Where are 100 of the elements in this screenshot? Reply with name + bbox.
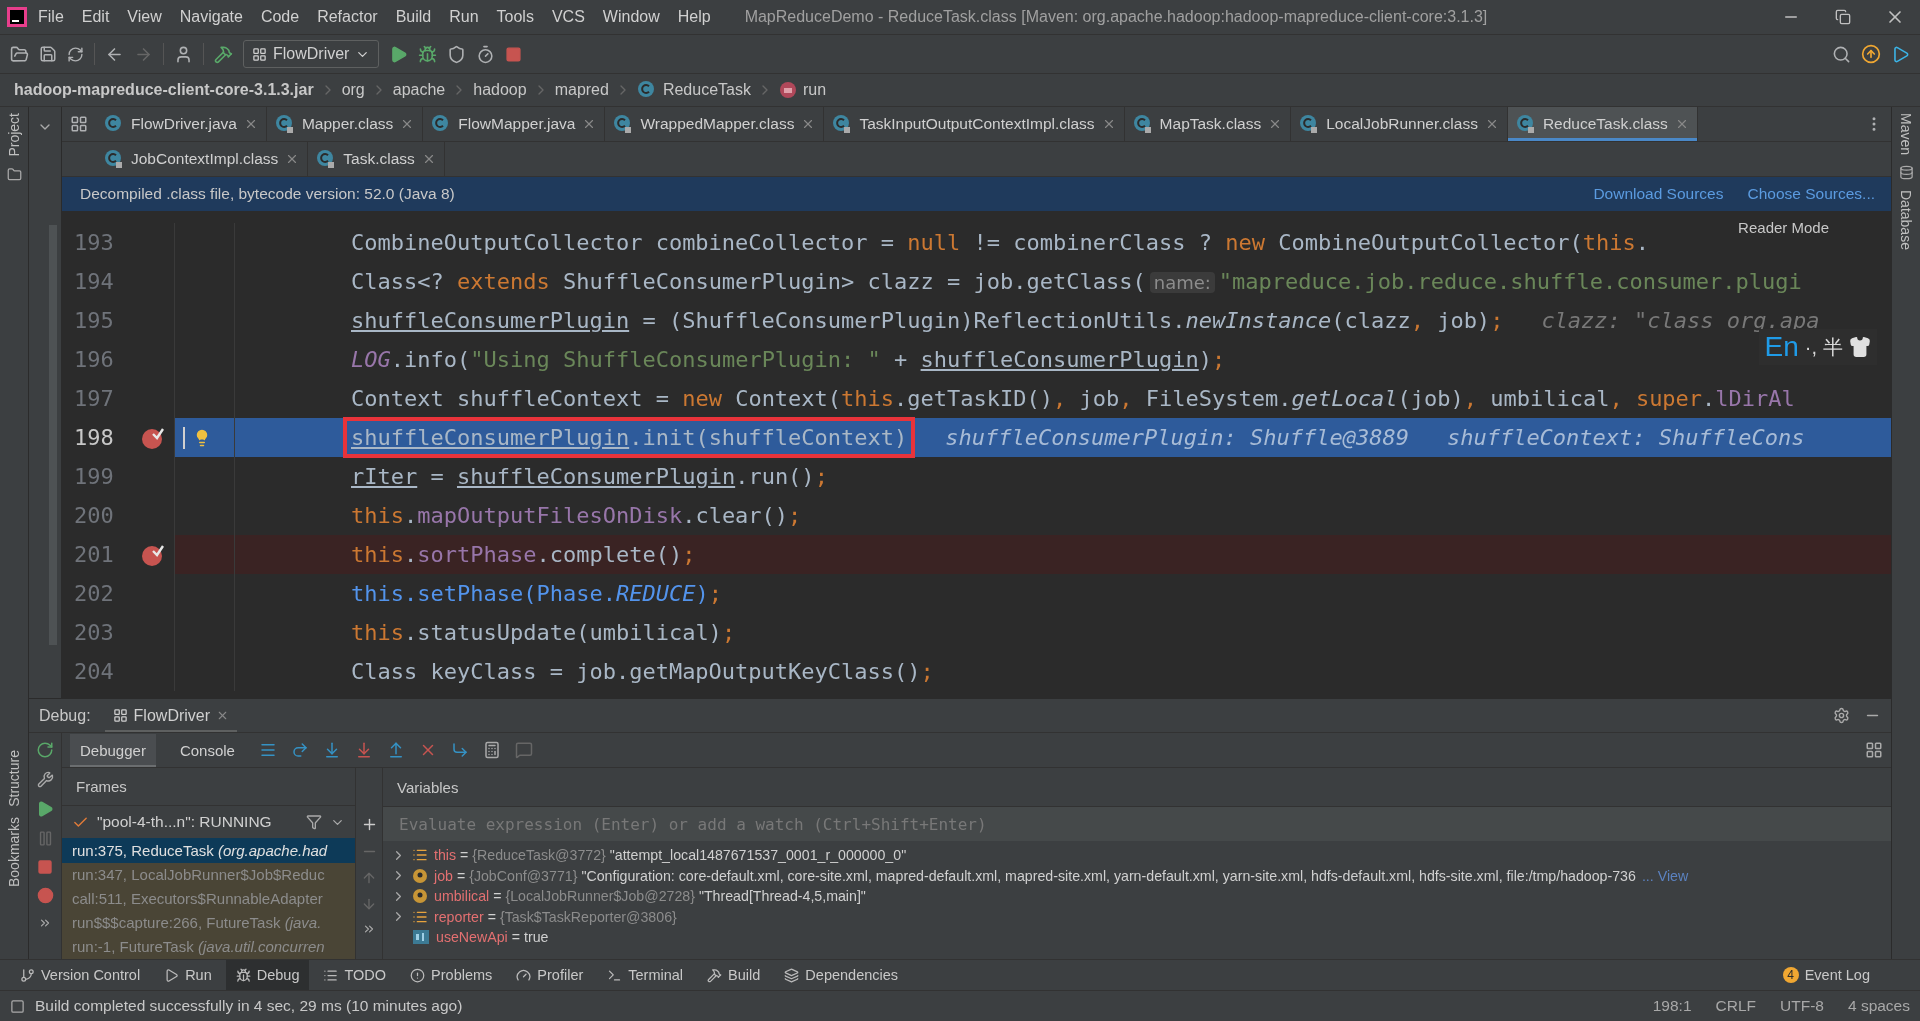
ime-language[interactable]: En xyxy=(1764,331,1799,363)
bug-icon[interactable] xyxy=(418,44,438,64)
menu-item[interactable]: Refactor xyxy=(309,4,386,30)
folder-icon[interactable] xyxy=(6,166,22,182)
layout-icon[interactable] xyxy=(1865,741,1883,759)
code-line: this.sortPhase.complete(); xyxy=(351,542,696,567)
breadcrumb-item[interactable]: hadoop xyxy=(473,81,527,99)
run-to-cursor-icon[interactable] xyxy=(450,741,469,759)
editor-tab[interactable]: Task.class xyxy=(308,142,445,176)
square-icon[interactable] xyxy=(10,998,25,1014)
search-icon[interactable] xyxy=(1832,44,1851,64)
variable-entry[interactable]: umbilical = {LocalJobRunner$Job@2728} "Thread[Thread-4,5,main]" xyxy=(434,888,866,905)
breadcrumb-item[interactable]: ReduceTask xyxy=(662,81,751,99)
banner-link[interactable]: Choose Sources... xyxy=(1747,185,1875,203)
variable-entry[interactable]: useNewApi = true xyxy=(436,929,549,946)
code-line: shuffleConsumerPlugin.init(shuffleContext) xyxy=(351,425,908,450)
filter-icon[interactable] xyxy=(306,814,322,831)
class-icon xyxy=(1515,114,1536,134)
status-item[interactable]: UTF-8 xyxy=(1780,997,1824,1015)
database-icon[interactable] xyxy=(1898,165,1914,181)
tool-window-tab[interactable]: Maven xyxy=(1898,113,1914,156)
menu-item[interactable]: View xyxy=(119,4,170,30)
wrench-icon[interactable] xyxy=(36,771,54,788)
tool-window-button[interactable]: Terminal xyxy=(597,960,694,990)
save-icon[interactable] xyxy=(39,45,57,63)
menu-item[interactable]: VCS xyxy=(543,4,593,30)
line-number: 201 xyxy=(73,542,115,567)
variable-entry[interactable]: this = {ReduceTask@3772} "attempt_local1487671537_0001_r_000000_0" xyxy=(434,847,907,864)
editor-tab[interactable]: JobContextImpl.class xyxy=(96,142,309,176)
play-icon xyxy=(164,967,180,983)
breadcrumb-item[interactable]: run xyxy=(802,81,827,99)
status-item[interactable]: 4 spaces xyxy=(1847,997,1910,1015)
settings-icon[interactable] xyxy=(1833,707,1850,724)
menu-item[interactable]: Navigate xyxy=(171,4,251,30)
debugger-tab[interactable]: Debugger xyxy=(70,733,156,767)
menu-item[interactable]: Run xyxy=(441,4,487,30)
tool-window-button[interactable]: Build xyxy=(697,960,771,990)
banner-link[interactable]: Download Sources xyxy=(1593,185,1724,203)
editor-tab[interactable]: MapTask.class xyxy=(1124,107,1292,141)
editor-tab[interactable]: Mapper.class xyxy=(266,107,424,141)
menu-item[interactable]: Build xyxy=(387,4,440,30)
menu-item[interactable]: Edit xyxy=(73,4,118,30)
editor-tab[interactable]: FlowMapper.java xyxy=(423,107,606,141)
step-over-icon[interactable] xyxy=(290,741,309,759)
shirt-icon[interactable] xyxy=(1849,336,1871,358)
timer-icon[interactable] xyxy=(476,44,496,64)
hammer-icon[interactable] xyxy=(214,44,233,64)
menu-item[interactable]: Tools xyxy=(488,4,542,30)
stack-frame[interactable]: run:375, ReduceTask (org.apache.had xyxy=(62,838,355,863)
tool-window-tab[interactable]: Database xyxy=(1898,190,1914,250)
menu-item[interactable]: Code xyxy=(252,4,308,30)
tool-window-button[interactable]: Debug xyxy=(225,960,310,990)
thread-selector[interactable]: "pool-4-th...n": RUNNING xyxy=(97,813,298,832)
menu-item[interactable]: File xyxy=(30,4,72,30)
editor-tab[interactable]: WrappedMapper.class xyxy=(605,107,825,141)
breadcrumb-item[interactable]: hadoop-mapreduce-client-core-3.1.3.jar xyxy=(14,81,314,99)
menu-item[interactable]: Help xyxy=(669,4,719,30)
update-icon[interactable] xyxy=(1861,44,1881,64)
stop-icon[interactable] xyxy=(505,45,523,63)
class-icon xyxy=(316,149,337,169)
menu-icon[interactable] xyxy=(258,741,277,759)
debugger-tab[interactable]: Console xyxy=(169,733,245,767)
play-logo-icon[interactable] xyxy=(1891,44,1910,64)
folder-icon[interactable] xyxy=(10,44,29,64)
shield-icon[interactable] xyxy=(447,44,467,64)
tool-window-tab[interactable]: Structure xyxy=(6,750,22,807)
run-icon[interactable] xyxy=(389,44,409,64)
ime-width[interactable]: 半 xyxy=(1823,333,1843,361)
refresh-icon[interactable] xyxy=(67,45,84,63)
editor-tab[interactable]: FlowDriver.java xyxy=(96,107,267,141)
rerun-icon[interactable] xyxy=(36,741,54,759)
tool-window-button[interactable]: Profiler xyxy=(506,960,594,990)
status-item[interactable]: 198:1 xyxy=(1652,997,1692,1015)
variable-entry[interactable]: reporter = {Task$TaskReporter@3806} xyxy=(434,908,677,925)
tool-window-tab[interactable]: Bookmarks xyxy=(6,816,22,887)
more-icon[interactable] xyxy=(38,916,52,930)
tool-window-button[interactable]: Dependencies xyxy=(774,960,909,990)
tool-window-button[interactable]: Problems xyxy=(400,960,503,990)
breadcrumb-item[interactable]: mapred xyxy=(554,81,609,99)
tool-window-tab[interactable]: Project xyxy=(6,113,22,157)
tool-window-button[interactable]: Version Control xyxy=(10,960,151,990)
tool-window-button[interactable]: Run xyxy=(154,960,222,990)
calculator-icon[interactable] xyxy=(482,741,501,759)
ime-punctuation[interactable]: ·, xyxy=(1804,335,1817,359)
variable-entry[interactable]: job = {JobConf@3771} "Configuration: core-default.xml, core-site.xml, mapred-default.xml, mapred-site.xml, yarn-default.xml, yarn-site.xml, hdfs-default.xml, hdfs-site.xml, file:/tmp/hadoop-736 xyxy=(434,867,1636,884)
editor-tab[interactable]: ReduceTask.class xyxy=(1507,107,1698,141)
editor-tab[interactable]: TaskInputOutputContextImpl.class xyxy=(824,107,1125,141)
user-icon[interactable] xyxy=(174,44,193,64)
more-icon[interactable] xyxy=(362,922,376,936)
event-log-button[interactable]: Event Log xyxy=(1804,967,1870,983)
tool-window-button[interactable]: TODO xyxy=(313,960,397,990)
editor-tab[interactable]: LocalJobRunner.class xyxy=(1291,107,1508,141)
session-tab[interactable]: FlowDriver xyxy=(104,699,238,732)
breadcrumb-item[interactable]: org xyxy=(341,81,365,99)
status-item[interactable]: CRLF xyxy=(1715,997,1757,1015)
stop-icon[interactable] xyxy=(37,859,53,875)
run-config-dropdown[interactable]: FlowDriver xyxy=(243,40,380,68)
breadcrumb-item[interactable]: apache xyxy=(392,81,446,99)
resume-icon[interactable] xyxy=(36,800,54,818)
menu-item[interactable]: Window xyxy=(594,4,668,30)
